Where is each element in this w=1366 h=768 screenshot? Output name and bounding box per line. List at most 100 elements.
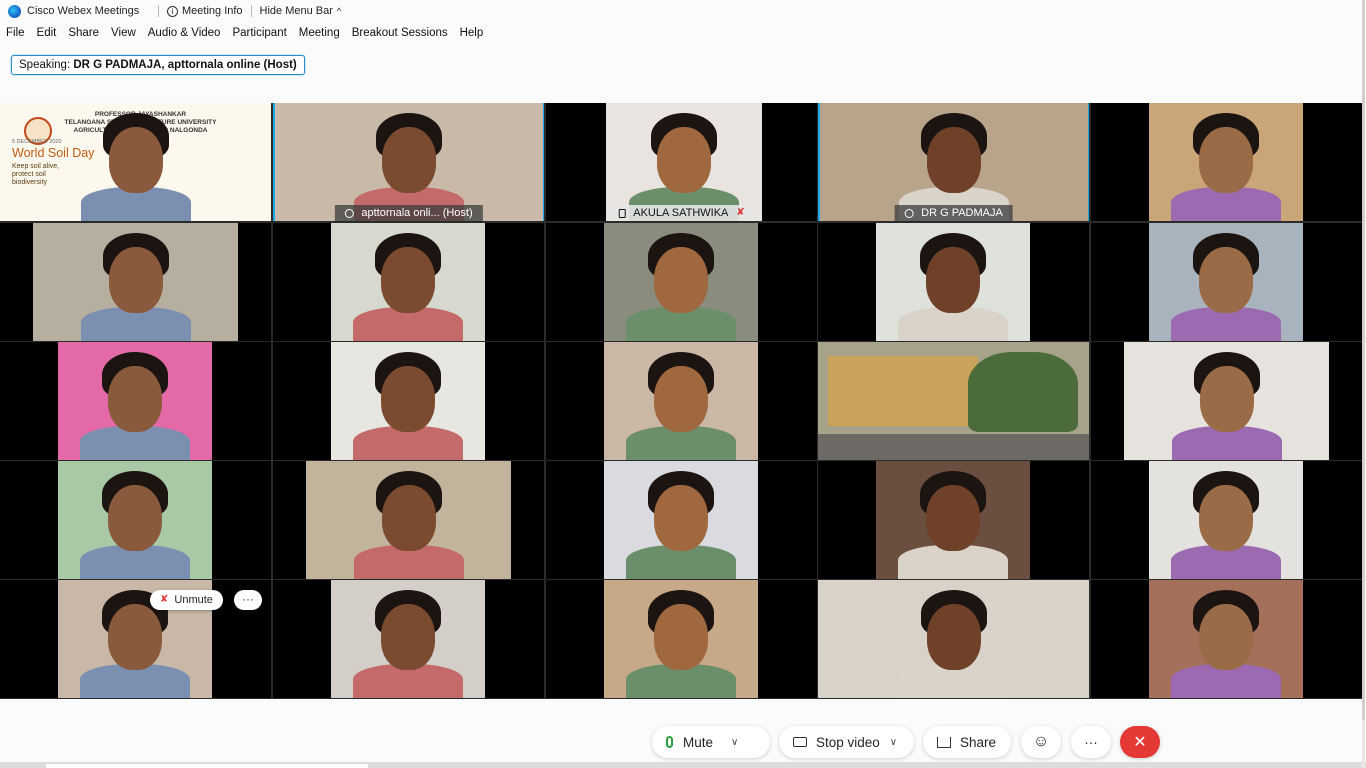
unmute-button[interactable]: ✘ Unmute: [150, 590, 223, 610]
participant-video-tile[interactable]: [273, 223, 544, 341]
participant-video-tile[interactable]: apttornala onli... (Host): [273, 103, 544, 221]
trees: [968, 352, 1078, 432]
video-feed: [818, 580, 1089, 698]
participant-face: [926, 247, 980, 313]
camera-icon: [793, 737, 807, 747]
participant-video-tile[interactable]: [818, 580, 1089, 698]
mute-button[interactable]: Mute ∨: [652, 726, 770, 758]
menu-participant[interactable]: Participant: [226, 24, 292, 42]
participant-video-tile[interactable]: [546, 223, 817, 341]
participant-video-tile[interactable]: [1091, 223, 1362, 341]
participant-video-tile[interactable]: PROFESSOR JAYASHANKARTELANGANA STATE AGR…: [0, 103, 271, 221]
share-label: Share: [960, 734, 997, 750]
participant-video-tile[interactable]: AKULA SATHWIKA ✘: [546, 103, 817, 221]
chevron-down-icon[interactable]: ∨: [890, 737, 897, 748]
tile-more-options-button[interactable]: ···: [234, 590, 262, 610]
video-feed: [275, 103, 543, 221]
slide-title: World Soil Day: [12, 146, 95, 160]
participant-name-label: AKULA SATHWIKA ✘: [608, 205, 755, 221]
speaking-label: Speaking:: [19, 59, 71, 71]
unmute-label: Unmute: [174, 594, 213, 606]
participant-video-tile[interactable]: [1091, 342, 1362, 460]
headset-icon: [904, 208, 914, 218]
menu-share[interactable]: Share: [62, 24, 105, 42]
participant-name: AKULA SATHWIKA: [633, 207, 729, 219]
participant-face: [1199, 604, 1253, 670]
participant-face: [381, 247, 435, 313]
participant-video-tile[interactable]: [1091, 580, 1362, 698]
building-background: [828, 356, 978, 426]
participant-video-tile[interactable]: [273, 461, 544, 579]
leave-meeting-button[interactable]: ✕: [1120, 726, 1160, 758]
participant-video-tile[interactable]: [0, 342, 271, 460]
participant-video-tile[interactable]: [546, 580, 817, 698]
road: [818, 434, 1089, 460]
scrollbar-thumb[interactable]: [1362, 0, 1365, 720]
app-name: Cisco Webex Meetings: [27, 5, 140, 17]
participant-face: [1199, 247, 1253, 313]
menu-help[interactable]: Help: [454, 24, 490, 42]
participant-face: [381, 604, 435, 670]
menu-meeting[interactable]: Meeting: [293, 24, 346, 42]
participant-video-tile[interactable]: [1091, 461, 1362, 579]
menu-audio-video[interactable]: Audio & Video: [142, 24, 227, 42]
participant-face: [654, 247, 708, 313]
taskbar-item: [46, 764, 368, 768]
participant-face: [927, 127, 981, 193]
participant-video-tile[interactable]: [818, 461, 1089, 579]
video-feed: [331, 580, 485, 698]
more-options-button[interactable]: ···: [1071, 726, 1111, 758]
video-feed: PROFESSOR JAYASHANKARTELANGANA STATE AGR…: [0, 103, 271, 221]
participant-face: [108, 247, 163, 313]
scrollbar[interactable]: [1362, 0, 1365, 768]
participant-video-tile[interactable]: [818, 342, 1089, 460]
video-feed: [606, 103, 762, 221]
participant-video-tile[interactable]: [546, 461, 817, 579]
participant-face: [382, 127, 436, 193]
video-feed: [1149, 103, 1303, 221]
share-icon: [937, 736, 951, 748]
participant-video-tile[interactable]: [0, 223, 271, 341]
webex-window: Cisco Webex Meetings i Meeting Info Hide…: [0, 0, 1366, 768]
headset-icon: [344, 208, 354, 218]
participant-face: [654, 604, 708, 670]
participant-video-tile[interactable]: [0, 580, 271, 698]
info-icon: i: [167, 5, 178, 17]
smiley-icon: ☺: [1032, 733, 1050, 750]
participant-video-tile[interactable]: [546, 342, 817, 460]
menu-breakout-sessions[interactable]: Breakout Sessions: [346, 24, 454, 42]
hide-menu-bar-button[interactable]: Hide Menu Bar ^: [260, 5, 342, 17]
participant-video-tile[interactable]: [273, 580, 544, 698]
stop-video-label: Stop video: [816, 734, 880, 750]
participant-face: [1199, 366, 1254, 432]
participant-face: [381, 366, 435, 432]
meeting-info-button[interactable]: i Meeting Info: [167, 5, 243, 17]
participant-video-tile[interactable]: [1091, 103, 1362, 221]
menu-file[interactable]: File: [0, 24, 31, 42]
participant-video-tile[interactable]: [273, 342, 544, 460]
chevron-down-icon[interactable]: ∨: [731, 737, 738, 748]
participant-video-tile[interactable]: DR G PADMAJA: [818, 103, 1089, 221]
hide-menu-bar-label: Hide Menu Bar: [259, 5, 333, 17]
participant-face: [108, 604, 162, 670]
reactions-button[interactable]: ☺: [1021, 726, 1061, 758]
video-feed: [818, 342, 1089, 460]
active-speaker-banner: Speaking: DR G PADMAJA, apttornala onlin…: [11, 55, 305, 75]
participant-face: [108, 485, 162, 551]
participant-video-tile[interactable]: [818, 223, 1089, 341]
video-feed: [1149, 223, 1303, 341]
participant-face: [1199, 485, 1253, 551]
share-button[interactable]: Share: [923, 726, 1011, 758]
video-feed: [1124, 342, 1329, 460]
video-feed: [33, 223, 238, 341]
menu-edit[interactable]: Edit: [31, 24, 63, 42]
mute-label: Mute: [683, 734, 714, 750]
stop-video-button[interactable]: Stop video ∨: [779, 726, 914, 758]
participant-face: [926, 604, 981, 670]
mic-muted-icon: ✘: [736, 207, 745, 218]
participant-video-tile[interactable]: [0, 461, 271, 579]
video-feed: [331, 223, 485, 341]
menu-view[interactable]: View: [105, 24, 142, 42]
menu-bar: File Edit Share View Audio & Video Parti…: [0, 24, 489, 42]
slide-date: 5 DECEMBER 2020: [12, 139, 62, 145]
